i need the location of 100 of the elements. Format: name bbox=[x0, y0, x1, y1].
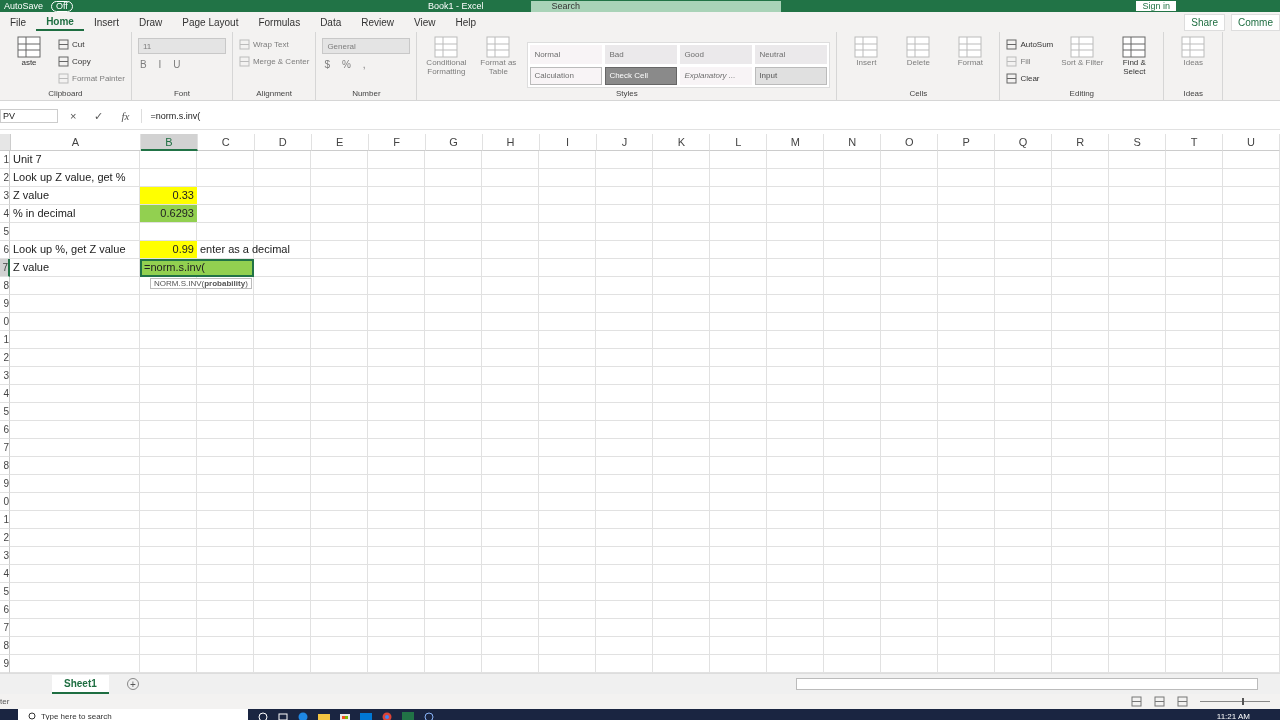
horizontal-scrollbar[interactable] bbox=[796, 678, 1258, 690]
ribbon-action-button[interactable]: Share bbox=[1184, 13, 1225, 31]
row-header[interactable]: 4 bbox=[0, 385, 10, 403]
table-cell-text: Look up Z value, get % bbox=[12, 170, 127, 185]
ribbon-tab[interactable]: File bbox=[0, 14, 37, 30]
group-label: Font bbox=[172, 89, 191, 100]
ribbon-tab[interactable]: Insert bbox=[83, 14, 129, 30]
square-icon bbox=[238, 38, 250, 50]
row-header[interactable]: 4 bbox=[0, 565, 10, 583]
ribbon-button[interactable]: Find & Select bbox=[1111, 36, 1158, 88]
row-header[interactable]: 0 bbox=[0, 493, 10, 511]
browser-icon[interactable] bbox=[298, 711, 308, 720]
chrome-icon[interactable] bbox=[382, 711, 392, 720]
ribbon-button[interactable]: Clear bbox=[1006, 70, 1054, 86]
ribbon-tab[interactable]: Page Layout bbox=[172, 14, 249, 30]
table-cell: 0.99 bbox=[140, 241, 197, 258]
cell-style[interactable]: Normal bbox=[530, 45, 603, 64]
column-header[interactable]: F bbox=[368, 134, 426, 151]
row-header[interactable]: 0 bbox=[0, 313, 10, 331]
search-field[interactable]: Search bbox=[531, 0, 782, 12]
table-icon bbox=[486, 36, 511, 58]
column-header[interactable]: T bbox=[1166, 134, 1223, 151]
ribbon-button[interactable]: Copy bbox=[58, 53, 125, 69]
row-header[interactable]: 8 bbox=[0, 457, 10, 475]
cell-style[interactable]: Calculation bbox=[530, 66, 603, 85]
column-header[interactable]: D bbox=[254, 134, 312, 151]
ribbon-button[interactable]: AutoSum bbox=[1006, 36, 1054, 52]
row-header[interactable]: 3 bbox=[0, 187, 10, 205]
normal-view-icon bbox=[1131, 696, 1142, 707]
table-icon bbox=[854, 36, 879, 58]
column-header[interactable]: J bbox=[596, 134, 654, 151]
ribbon-tab[interactable]: Formulas bbox=[248, 14, 311, 30]
column-header[interactable]: L bbox=[710, 134, 768, 151]
column-header[interactable]: U bbox=[1223, 134, 1280, 151]
group-label: Number bbox=[351, 89, 382, 100]
column-header[interactable]: Q bbox=[995, 134, 1053, 151]
column-header[interactable]: N bbox=[824, 134, 882, 151]
ribbon-tab[interactable]: Draw bbox=[128, 14, 173, 30]
sign-in-button[interactable]: Sign in bbox=[1136, 1, 1176, 11]
ribbon-tab[interactable]: Home bbox=[36, 13, 84, 31]
ribbon-button[interactable]: Cut bbox=[58, 36, 125, 52]
column-header[interactable]: A bbox=[11, 134, 141, 151]
enter-button[interactable]: ✓ bbox=[88, 109, 110, 123]
cell-editor[interactable]: =norm.s.inv( bbox=[140, 259, 254, 277]
ribbon-tab[interactable]: Data bbox=[310, 14, 352, 30]
ribbon-tab[interactable]: Review bbox=[351, 14, 405, 30]
clock: 11:21 AM bbox=[1216, 712, 1250, 720]
column-header[interactable]: R bbox=[1052, 134, 1110, 151]
group-label: Ideas bbox=[1182, 89, 1205, 100]
column-header[interactable]: H bbox=[482, 134, 540, 151]
row-header[interactable]: 8 bbox=[0, 277, 10, 295]
name-box[interactable]: PV bbox=[0, 109, 58, 123]
table-cell-text: % in decimal bbox=[12, 206, 77, 221]
column-header[interactable]: K bbox=[653, 134, 711, 151]
cell-style[interactable]: Neutral bbox=[755, 45, 828, 64]
square-icon bbox=[1006, 72, 1018, 84]
row-header[interactable]: 4 bbox=[0, 205, 10, 223]
column-header[interactable]: G bbox=[425, 134, 483, 151]
cancel-button[interactable]: × bbox=[64, 110, 83, 122]
group-label: Styles bbox=[614, 89, 639, 100]
table-icon bbox=[906, 36, 931, 58]
page-break-icon bbox=[1177, 696, 1188, 707]
spreadsheet-icon[interactable] bbox=[402, 711, 414, 720]
taskbar-search-field[interactable]: Type here to search bbox=[18, 709, 248, 720]
cell-style[interactable]: Bad bbox=[605, 45, 678, 64]
table-icon bbox=[1070, 36, 1095, 58]
square-icon bbox=[1006, 55, 1018, 67]
sheet-tab[interactable]: Sheet1 bbox=[52, 674, 109, 694]
cell-style[interactable]: Input bbox=[755, 66, 828, 85]
column-header[interactable]: S bbox=[1109, 134, 1167, 151]
row-header[interactable]: 8 bbox=[0, 637, 10, 655]
cell-style[interactable]: Good bbox=[680, 45, 753, 64]
ribbon-tab[interactable]: Help bbox=[445, 14, 487, 30]
cell-style[interactable]: Explanatory ... bbox=[680, 66, 753, 85]
table-cell-text: Look up %, get Z value bbox=[12, 242, 127, 257]
folder-icon[interactable] bbox=[318, 711, 330, 720]
insert-function-button[interactable]: fx bbox=[115, 110, 136, 122]
column-header[interactable]: B bbox=[140, 134, 198, 151]
table-cell-text: enter as a decimal bbox=[199, 242, 291, 257]
column-header[interactable]: E bbox=[311, 134, 369, 151]
ribbon-button[interactable]: aste bbox=[6, 36, 52, 88]
bag-icon[interactable] bbox=[340, 711, 350, 720]
column-header[interactable]: O bbox=[881, 134, 939, 151]
column-header[interactable]: M bbox=[767, 134, 825, 151]
row-header[interactable]: 3 bbox=[0, 547, 10, 565]
square-icon bbox=[58, 55, 69, 67]
group-label: Editing bbox=[1068, 89, 1096, 100]
mail-icon[interactable] bbox=[360, 711, 372, 720]
row-header[interactable]: 3 bbox=[0, 367, 10, 385]
group-label: Clipboard bbox=[47, 89, 84, 100]
square-icon bbox=[1006, 38, 1018, 50]
ribbon-action-button[interactable]: Comme bbox=[1231, 13, 1280, 31]
table-cell-text: Unit 7 bbox=[12, 152, 43, 167]
column-header[interactable]: C bbox=[197, 134, 255, 151]
table-icon bbox=[1181, 36, 1206, 58]
column-header[interactable]: P bbox=[938, 134, 996, 151]
table-cell-text: Z value bbox=[12, 188, 51, 203]
ribbon-tab[interactable]: View bbox=[404, 14, 446, 30]
column-header[interactable]: I bbox=[539, 134, 597, 151]
task-view-icon[interactable] bbox=[278, 711, 288, 720]
